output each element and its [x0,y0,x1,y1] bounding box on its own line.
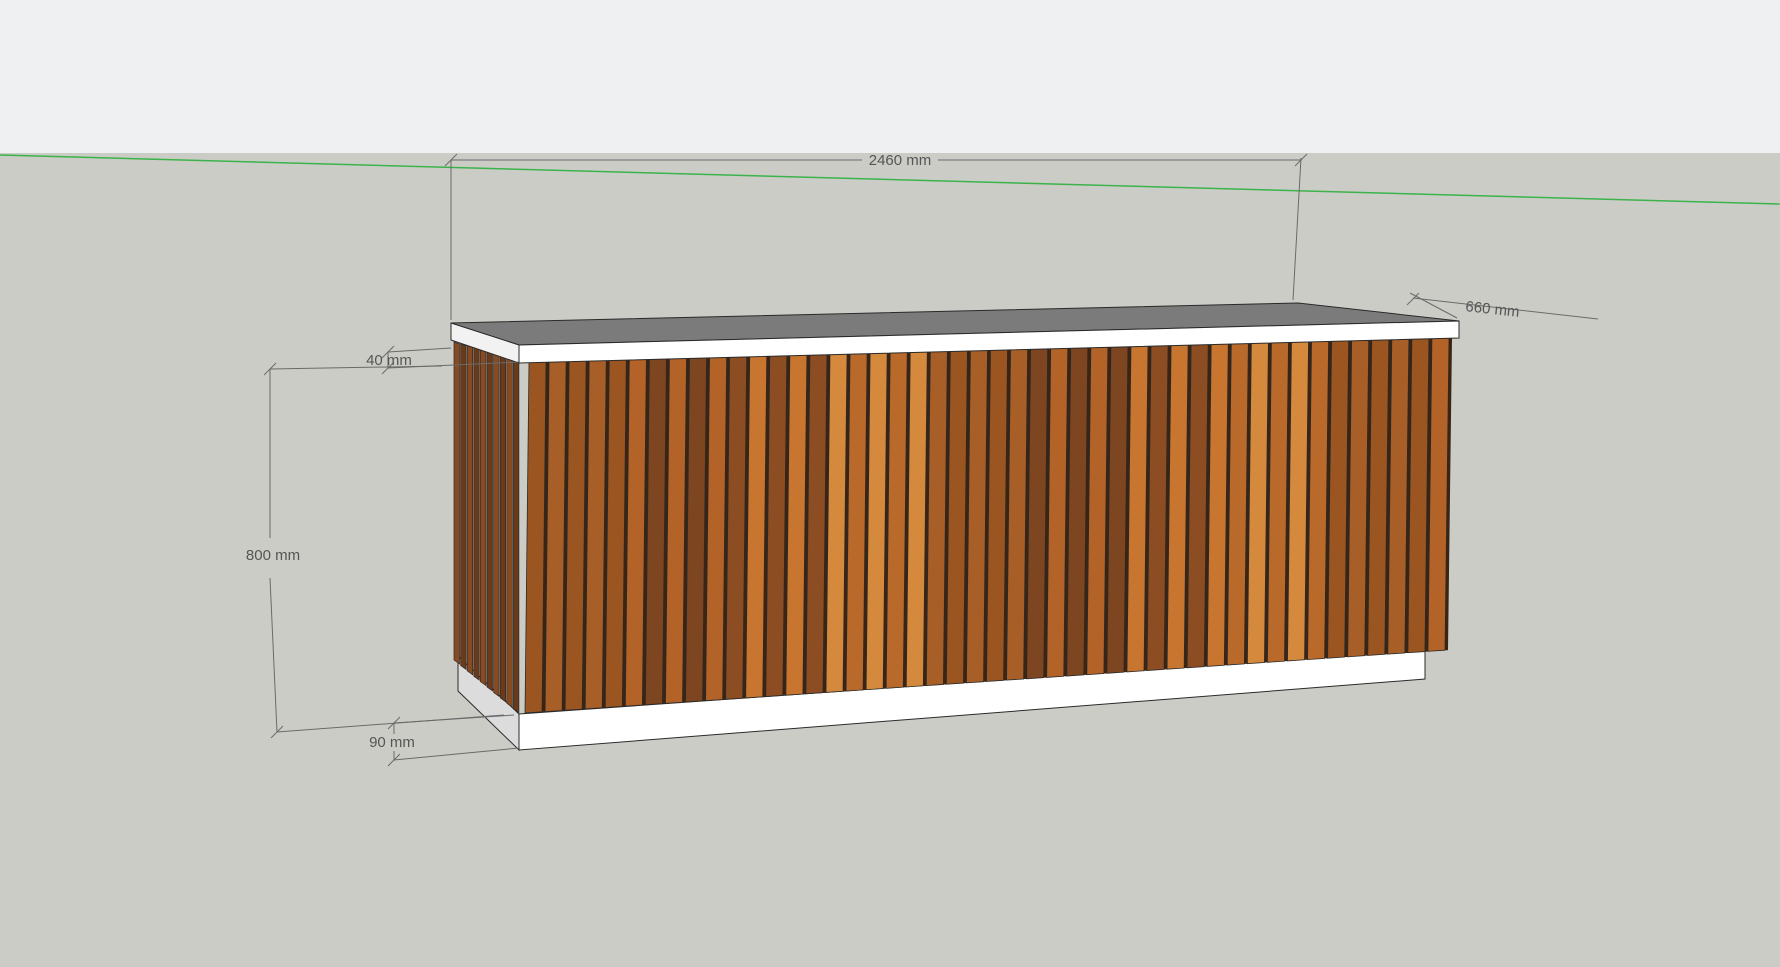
side-slat [460,343,467,671]
side-slat [493,352,500,698]
side-slat [453,341,460,665]
side-slat [506,355,513,708]
side-slat [499,354,507,703]
dimension-length-label: 2460 mm [869,152,932,169]
dimension-height-label: 800 mm [246,547,300,564]
side-slat [486,350,493,692]
side-slat [480,348,487,687]
side-slat [513,357,520,714]
counter-model[interactable] [450,302,1460,752]
side-slat [473,346,480,681]
dimension-plinth-label: 90 mm [369,734,415,751]
sketchup-viewport[interactable]: 2460 mm 660 mm 40 mm 800 mm 90 mm [0,0,1780,967]
model-scene[interactable]: 2460 mm 660 mm 40 mm 800 mm 90 mm [0,0,1780,967]
side-slat [466,345,474,676]
front-slats [524,337,1452,714]
dimension-top-thickness-label: 40 mm [366,352,412,369]
sky [0,0,1780,153]
